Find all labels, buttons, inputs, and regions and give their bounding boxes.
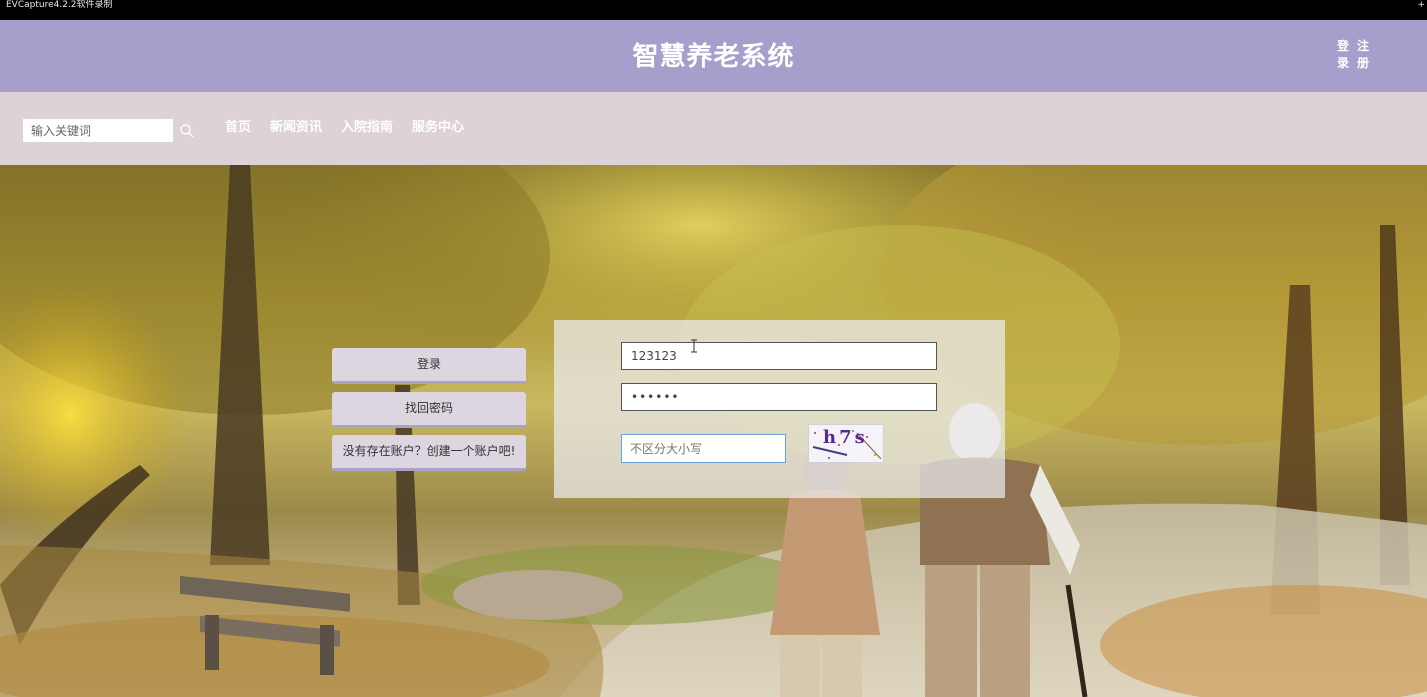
site-header: 智慧养老系统 登录注册 xyxy=(0,20,1427,92)
nav-home[interactable]: 首页 xyxy=(225,119,251,139)
search-input[interactable] xyxy=(23,119,173,142)
header-login-link[interactable]: 登录 xyxy=(1336,38,1350,72)
recorder-bar: EVCapture4.2.2软件录制 + xyxy=(0,0,1427,20)
username-field[interactable] xyxy=(621,342,937,370)
password-field[interactable] xyxy=(621,383,937,411)
nav-links: 首页 新闻资讯 入院指南 服务中心 xyxy=(225,119,464,139)
captcha-text: h7s xyxy=(823,427,868,448)
recorder-mark: + xyxy=(1417,0,1425,10)
nav-news[interactable]: 新闻资讯 xyxy=(270,119,322,139)
recover-password-button[interactable]: 找回密码 xyxy=(332,392,526,428)
login-panel: h7s xyxy=(554,320,1005,498)
navbar: 首页 新闻资讯 入院指南 服务中心 xyxy=(0,92,1427,165)
create-account-button[interactable]: 没有存在账户？创建一个账户吧! xyxy=(332,435,526,471)
captcha-image[interactable]: h7s xyxy=(808,424,884,463)
site-title: 智慧养老系统 xyxy=(632,42,795,72)
recorder-title: EVCapture4.2.2软件录制 xyxy=(6,0,113,10)
login-button[interactable]: 登录 xyxy=(332,348,526,384)
header-register-link[interactable]: 注册 xyxy=(1356,38,1370,72)
auth-links: 登录注册 xyxy=(1336,38,1386,72)
search-icon[interactable] xyxy=(177,121,197,141)
nav-service-center[interactable]: 服务中心 xyxy=(412,119,464,139)
nav-admission-guide[interactable]: 入院指南 xyxy=(341,119,393,139)
text-cursor-icon xyxy=(690,338,698,353)
captcha-input[interactable] xyxy=(621,434,786,463)
